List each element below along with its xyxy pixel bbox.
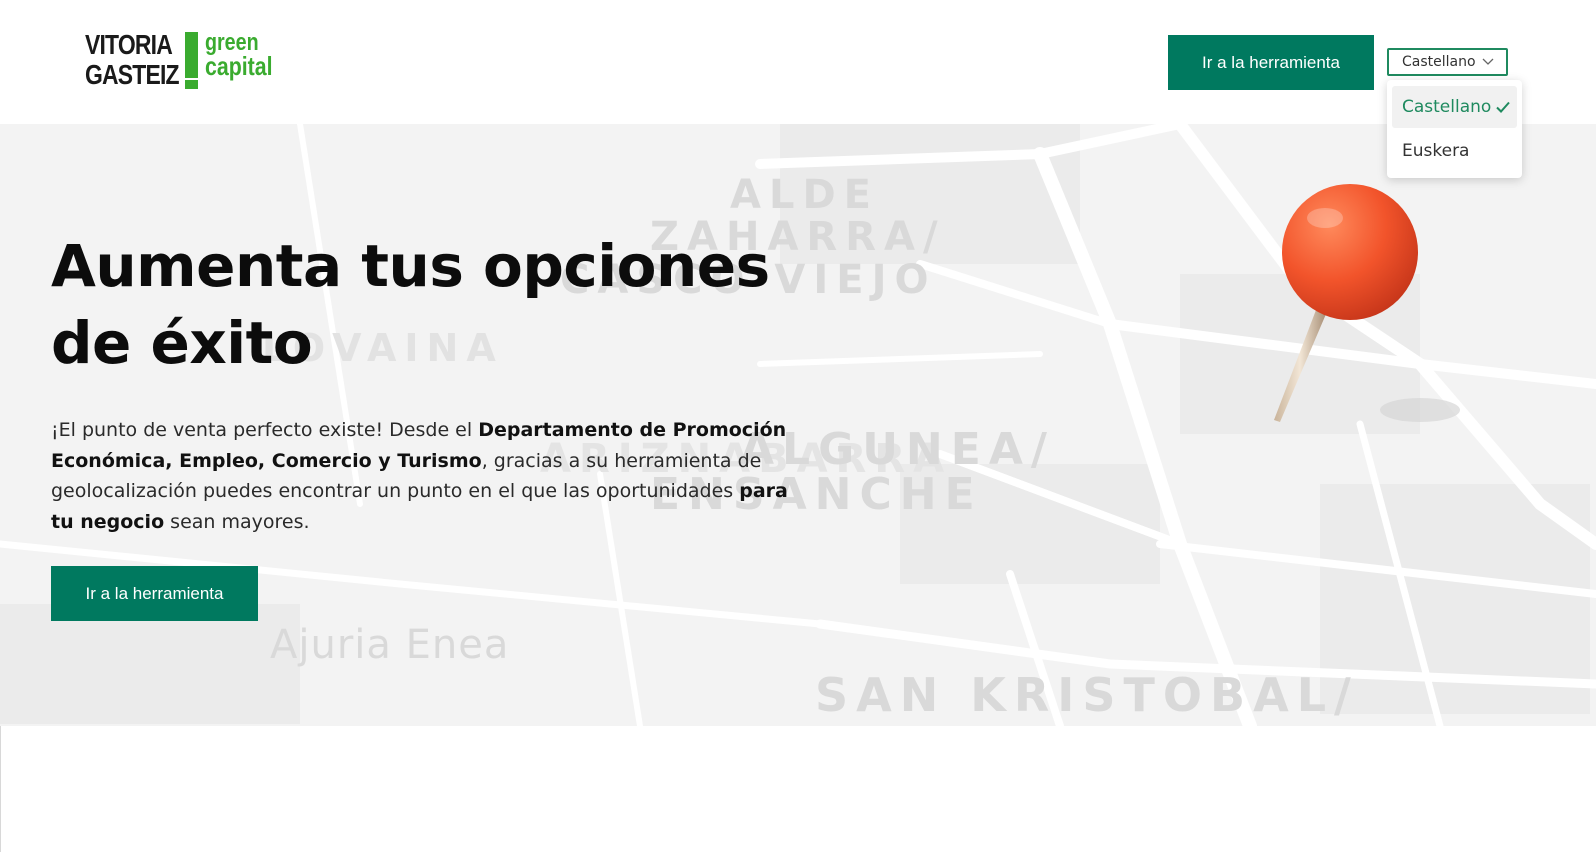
- hero-title: Aumenta tus opciones de éxito: [51, 232, 770, 377]
- checkmark-icon: [1496, 101, 1510, 113]
- logo-text-gasteiz: GASTEIZ: [85, 59, 180, 90]
- map-label-san-kristobal: SAN KRISTOBAL/: [815, 668, 1359, 722]
- language-option-label: Castellano: [1402, 97, 1492, 117]
- header-tool-button[interactable]: Ir a la herramienta: [1168, 35, 1374, 90]
- logo-exclamation-bar: [185, 32, 198, 78]
- language-select-value: Castellano: [1402, 54, 1476, 70]
- map-label-alde: ALDE: [730, 172, 879, 218]
- language-option-label: Euskera: [1402, 141, 1470, 161]
- language-select[interactable]: Castellano: [1387, 48, 1508, 76]
- logo-exclamation-dot: [185, 80, 198, 89]
- hero-tool-button[interactable]: Ir a la herramienta: [51, 566, 258, 621]
- map-label-ajuria-enea: Ajuria Enea: [270, 622, 510, 668]
- language-option-castellano[interactable]: Castellano: [1392, 86, 1517, 128]
- hero-description: ¡El punto de venta perfecto existe! Desd…: [51, 415, 811, 537]
- language-dropdown-menu: Castellano Euskera: [1387, 80, 1522, 178]
- logo-text-vitoria: VITORIA: [85, 29, 173, 60]
- site-header: VITORIA GASTEIZ green capital Ir a la he…: [0, 0, 1596, 124]
- language-option-euskera[interactable]: Euskera: [1392, 130, 1517, 172]
- vitoria-gasteiz-green-capital-logo[interactable]: VITORIA GASTEIZ green capital: [85, 30, 285, 92]
- hero-section: ALDE ZAHARRA/ CASCO VIEJO LOVAINA ARIZNA…: [0, 124, 1596, 726]
- chevron-down-icon: [1482, 58, 1494, 65]
- hero-text-intro: ¡El punto de venta perfecto existe! Desd…: [51, 419, 479, 441]
- map-pin-icon: [1274, 184, 1460, 422]
- logo-text-capital: capital: [205, 51, 273, 81]
- hero-text-end: sean mayores.: [164, 510, 310, 533]
